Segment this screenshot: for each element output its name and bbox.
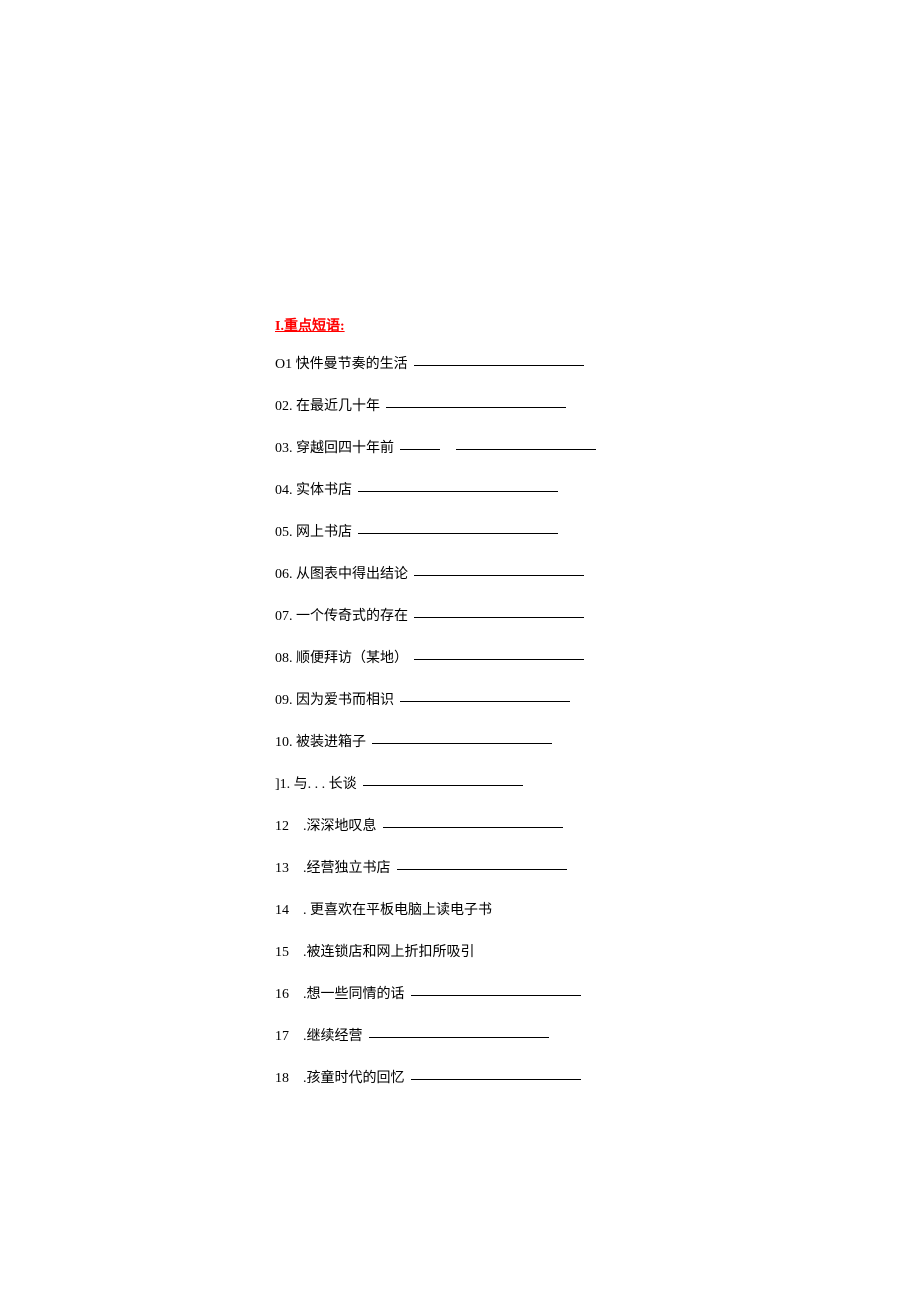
blank-line xyxy=(414,617,584,618)
item-number: 17 xyxy=(275,1029,289,1045)
item-text: .深深地叹息 xyxy=(303,819,377,834)
item-label: 10. 被装进箱子 xyxy=(275,731,366,751)
item-label: 17 .继续经营 xyxy=(275,1025,363,1045)
list-item: 18 .孩童时代的回忆 xyxy=(275,1067,645,1087)
blank-line xyxy=(414,365,584,366)
item-label: 02. 在最近几十年 xyxy=(275,395,380,415)
blank-line xyxy=(386,407,566,408)
item-label: 14 . 更喜欢在平板电脑上读电子书 xyxy=(275,899,492,919)
item-number: 13 xyxy=(275,861,289,877)
item-text: .继续经营 xyxy=(303,1029,363,1044)
item-text: .想一些同情的话 xyxy=(303,987,405,1002)
item-label: 09. 因为爱书而相识 xyxy=(275,689,394,709)
blank-line xyxy=(369,1037,549,1038)
item-number: 15 xyxy=(275,945,289,961)
item-text: .孩童时代的回忆 xyxy=(303,1071,405,1086)
item-label: 15 .被连锁店和网上折扣所吸引 xyxy=(275,941,475,961)
list-item: 06. 从图表中得出结论 xyxy=(275,563,645,583)
item-label: 07. 一个传奇式的存在 xyxy=(275,605,408,625)
section-heading: I.重点短语: xyxy=(275,315,645,335)
blank-line xyxy=(411,995,581,996)
blank-line xyxy=(400,701,570,702)
blank-line xyxy=(358,533,558,534)
item-label: ]1. 与. . . 长谈 xyxy=(275,773,357,793)
list-item: 12 .深深地叹息 xyxy=(275,815,645,835)
item-label: 12 .深深地叹息 xyxy=(275,815,377,835)
blank-line xyxy=(414,659,584,660)
blank-line xyxy=(400,449,440,450)
item-label: 08. 顺便拜访（某地） xyxy=(275,647,408,667)
items-list: O1 快件曼节奏的生活 02. 在最近几十年 03. 穿越回四十年前 04. 实体书店… xyxy=(275,353,645,1087)
list-item: 14 . 更喜欢在平板电脑上读电子书 xyxy=(275,899,645,919)
list-item: 10. 被装进箱子 xyxy=(275,731,645,751)
list-item: 08. 顺便拜访（某地） xyxy=(275,647,645,667)
item-label: O1 快件曼节奏的生活 xyxy=(275,353,408,373)
item-text: .经营独立书店 xyxy=(303,861,391,876)
list-item: 03. 穿越回四十年前 xyxy=(275,437,645,457)
item-label: 04. 实体书店 xyxy=(275,479,352,499)
blank-line xyxy=(363,785,523,786)
list-item: 04. 实体书店 xyxy=(275,479,645,499)
item-number: 16 xyxy=(275,987,289,1003)
list-item: 16 .想一些同情的话 xyxy=(275,983,645,1003)
list-item: 07. 一个传奇式的存在 xyxy=(275,605,645,625)
list-item: 15 .被连锁店和网上折扣所吸引 xyxy=(275,941,645,961)
item-label: 05. 网上书店 xyxy=(275,521,352,541)
item-label: 03. 穿越回四十年前 xyxy=(275,437,394,457)
blank-line xyxy=(397,869,567,870)
blank-line xyxy=(411,1079,581,1080)
item-number: 12 xyxy=(275,819,289,835)
item-text: .被连锁店和网上折扣所吸引 xyxy=(303,945,475,960)
blank-line xyxy=(372,743,552,744)
blank-line xyxy=(383,827,563,828)
blank-line xyxy=(358,491,558,492)
list-item: O1 快件曼节奏的生活 xyxy=(275,353,645,373)
blank-line xyxy=(414,575,584,576)
list-item: 09. 因为爱书而相识 xyxy=(275,689,645,709)
item-label: 16 .想一些同情的话 xyxy=(275,983,405,1003)
item-label: 06. 从图表中得出结论 xyxy=(275,563,408,583)
list-item: 02. 在最近几十年 xyxy=(275,395,645,415)
item-number: 18 xyxy=(275,1071,289,1087)
item-label: 18 .孩童时代的回忆 xyxy=(275,1067,405,1087)
list-item: 17 .继续经营 xyxy=(275,1025,645,1045)
list-item: 13 .经营独立书店 xyxy=(275,857,645,877)
list-item: 05. 网上书店 xyxy=(275,521,645,541)
item-text: . 更喜欢在平板电脑上读电子书 xyxy=(303,903,492,918)
item-label: 13 .经营独立书店 xyxy=(275,857,391,877)
list-item: ]1. 与. . . 长谈 xyxy=(275,773,645,793)
item-number: 14 xyxy=(275,903,289,919)
blank-line xyxy=(456,449,596,450)
